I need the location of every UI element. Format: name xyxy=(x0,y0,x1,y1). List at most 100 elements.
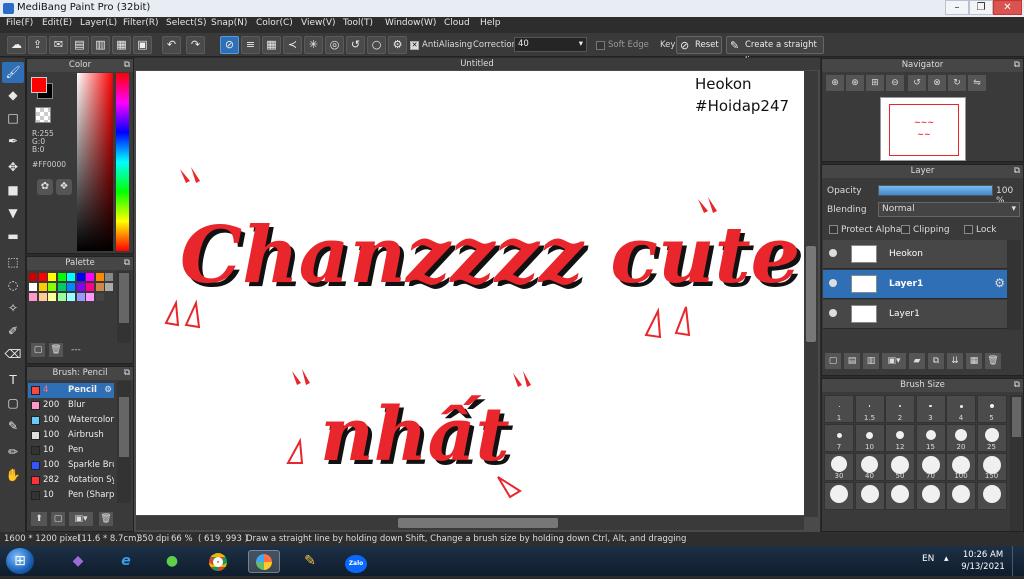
palette-swatch[interactable] xyxy=(67,273,75,281)
menu-layer[interactable]: Layer(L) xyxy=(80,18,117,28)
brush-item[interactable]: 10 Pen xyxy=(28,443,114,458)
menu-select[interactable]: Select(S) xyxy=(166,18,207,28)
start-button[interactable]: ⊞ xyxy=(6,548,34,574)
menu-tool[interactable]: Tool(T) xyxy=(343,18,373,28)
navigator-preview[interactable]: ~~~ ~~ xyxy=(880,97,966,161)
brush-item[interactable]: 100 Watercolor xyxy=(28,413,114,428)
soft-edge-checkbox[interactable] xyxy=(596,41,605,50)
brush-size-cell[interactable]: 100 xyxy=(946,453,976,481)
internet-explorer-icon[interactable]: e xyxy=(110,550,142,573)
select-eraser-tool-icon[interactable]: ⌫ xyxy=(2,344,24,365)
layer-menu-icon[interactable]: ▣▾ xyxy=(882,353,906,369)
brush-size-cell[interactable]: 15 xyxy=(915,424,946,452)
menu-view[interactable]: View(V) xyxy=(301,18,336,28)
brush-size-cell[interactable] xyxy=(915,482,946,510)
flip-icon[interactable]: ⇋ xyxy=(968,75,986,91)
panel-expand-icon[interactable]: ⧉ xyxy=(124,257,130,270)
brush-size-cell[interactable] xyxy=(854,482,885,510)
curve-snap-icon[interactable]: ↺ xyxy=(346,36,365,54)
settings-icon[interactable]: ⚙ xyxy=(388,36,407,54)
brush-tool-icon[interactable]: 🖌 xyxy=(2,62,24,83)
panel-expand-icon[interactable]: ⧉ xyxy=(1014,59,1020,72)
move-tool-icon[interactable]: ✥ xyxy=(2,157,24,178)
medibang-taskbar-icon[interactable] xyxy=(248,550,280,573)
brush-scrollbar[interactable] xyxy=(117,381,131,503)
protect-alpha-checkbox[interactable] xyxy=(829,225,838,234)
select-pen-tool-icon[interactable]: ✐ xyxy=(2,321,24,342)
parallel-snap-icon[interactable]: ≡ xyxy=(241,36,260,54)
palette-swatch[interactable] xyxy=(95,273,104,281)
brush-size-scrollbar[interactable] xyxy=(1010,395,1023,531)
blending-select[interactable]: Normal ▾ xyxy=(878,202,1020,217)
grid-snap-icon[interactable]: ▦ xyxy=(262,36,281,54)
select-tool-icon[interactable]: ⬚ xyxy=(2,252,24,273)
brush-size-cell[interactable]: 1 xyxy=(824,395,854,423)
brush-size-cell[interactable]: 2 xyxy=(885,395,915,423)
new-layer-icon[interactable]: ▢ xyxy=(825,353,841,369)
opacity-slider[interactable] xyxy=(878,185,993,196)
clipping-checkbox[interactable] xyxy=(901,225,910,234)
visibility-eye-icon[interactable] xyxy=(829,279,837,287)
canvas-vertical-scrollbar[interactable] xyxy=(804,71,818,517)
divide-tool-icon[interactable]: ▢ xyxy=(2,393,24,414)
palette-scrollbar[interactable] xyxy=(117,271,131,343)
rotate-left-icon[interactable]: ↺ xyxy=(908,75,926,91)
redo-icon[interactable]: ↷ xyxy=(186,36,205,54)
brush-size-cell[interactable] xyxy=(976,482,1007,510)
panel-expand-icon[interactable]: ⧉ xyxy=(124,59,130,72)
transparent-swatch[interactable] xyxy=(35,107,51,123)
brush-size-cell[interactable]: 5 xyxy=(976,395,1007,423)
concentric-snap-icon[interactable]: ◎ xyxy=(325,36,344,54)
gear-icon[interactable]: ⚙ xyxy=(104,383,112,398)
rotate-reset-icon[interactable]: ⊗ xyxy=(928,75,946,91)
brush-size-cell[interactable]: 4 xyxy=(946,395,976,423)
tray-arrow-icon[interactable]: ▴ xyxy=(944,554,949,564)
layer-row[interactable]: Layer1 ⚙ xyxy=(823,270,1007,299)
eraser-tool-icon[interactable]: ◆ xyxy=(2,85,24,106)
palette-swatch[interactable] xyxy=(48,293,56,301)
palette-swatch[interactable] xyxy=(67,293,75,301)
paint-icon[interactable]: ✎ xyxy=(294,550,326,573)
menu-filter[interactable]: Filter(R) xyxy=(123,18,159,28)
antialiasing-checkbox[interactable]: ✕ xyxy=(410,41,419,50)
undo-icon[interactable]: ↶ xyxy=(162,36,181,54)
brush-item[interactable]: 282 Rotation Sy xyxy=(28,473,114,488)
brush-item[interactable]: 10 Pen (Sharp xyxy=(28,488,114,503)
palette-swatch[interactable] xyxy=(57,273,66,281)
brush-size-cell[interactable]: 70 xyxy=(915,453,946,481)
new-halftone-layer-icon[interactable]: ▤ xyxy=(844,353,860,369)
brush-size-cell[interactable]: 50 xyxy=(885,453,915,481)
brush-delete-icon[interactable]: 🗑 xyxy=(99,512,113,526)
menu-window[interactable]: Window(W) xyxy=(385,18,436,28)
gradient-tool-icon[interactable]: ▬ xyxy=(2,226,24,247)
lasso-tool-icon[interactable]: ◌ xyxy=(2,275,24,296)
brush-size-cell[interactable] xyxy=(885,482,915,510)
menu-file[interactable]: File(F) xyxy=(6,18,33,28)
visibility-eye-icon[interactable] xyxy=(829,249,837,257)
panel-expand-icon[interactable]: ⧉ xyxy=(124,367,130,380)
lock-checkbox[interactable] xyxy=(964,225,973,234)
palette-swatch[interactable] xyxy=(48,273,56,281)
brush-size-cell[interactable] xyxy=(824,482,854,510)
brush-item[interactable]: 100 Airbrush xyxy=(28,428,114,443)
circle-snap-icon[interactable]: ○ xyxy=(367,36,386,54)
cloud-icon[interactable]: ☁ xyxy=(7,36,26,54)
trash-icon[interactable]: 🗑 xyxy=(985,353,1001,369)
layer-row[interactable]: Layer1 xyxy=(823,300,1007,329)
palette-swatch[interactable] xyxy=(29,293,37,301)
palette-swatch[interactable] xyxy=(105,283,113,291)
bucket-tool-icon[interactable]: ▼ xyxy=(2,203,24,224)
layer-icon[interactable]: ▥ xyxy=(91,36,110,54)
palette-swatch[interactable] xyxy=(86,293,94,301)
zoom-out-icon[interactable]: ⊖ xyxy=(886,75,904,91)
brush-size-cell[interactable]: 12 xyxy=(885,424,915,452)
palette-swatch[interactable] xyxy=(38,273,47,281)
magic-wand-tool-icon[interactable]: ✧ xyxy=(2,298,24,319)
comment-icon[interactable]: ✉ xyxy=(49,36,68,54)
palette-swatch[interactable] xyxy=(29,273,37,281)
brush-size-cell[interactable]: 150 xyxy=(976,453,1007,481)
palette-swatch[interactable] xyxy=(67,283,75,291)
straight-line-button[interactable]: ✎ Create a straight line xyxy=(726,36,824,66)
gear-icon[interactable]: ⚙ xyxy=(994,276,1005,290)
fill-rect-tool-icon[interactable]: ■ xyxy=(2,180,24,201)
